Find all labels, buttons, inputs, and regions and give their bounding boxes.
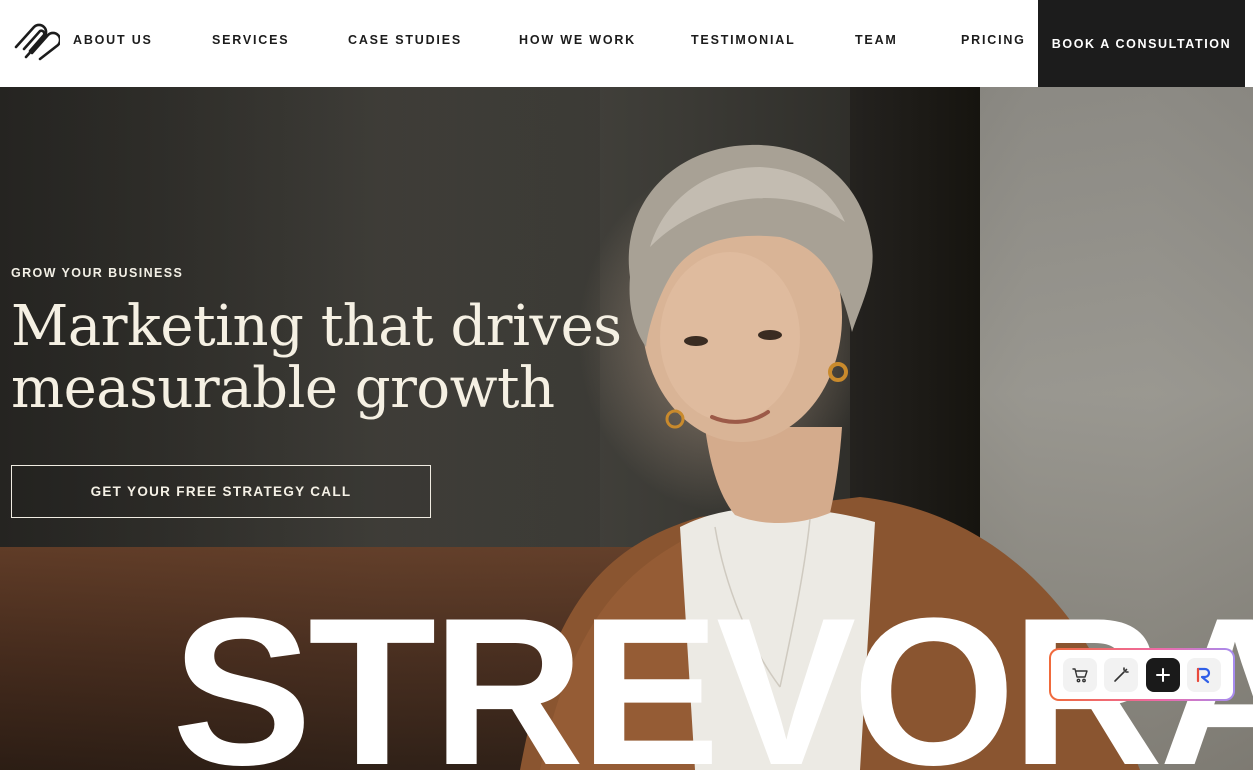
book-consultation-button[interactable]: BOOK A CONSULTATION: [1038, 0, 1245, 87]
nav-team[interactable]: TEAM: [855, 33, 898, 47]
magic-wand-icon[interactable]: [1104, 657, 1139, 692]
floating-toolbar: [1049, 648, 1235, 701]
nav-how-we-work[interactable]: HOW WE WORK: [519, 33, 636, 47]
nav-testimonial[interactable]: TESTIMONIAL: [691, 33, 796, 47]
hero-eyebrow: GROW YOUR BUSINESS: [11, 266, 184, 280]
hero-headline: Marketing that drives measurable growth: [11, 296, 631, 420]
r-logo-icon[interactable]: [1187, 657, 1222, 692]
hero-headline-line-2: measurable growth: [11, 356, 555, 421]
nav-pricing[interactable]: PRICING: [961, 33, 1026, 47]
cart-icon[interactable]: [1062, 657, 1097, 692]
site-header: ABOUT US SERVICES CASE STUDIES HOW WE WO…: [0, 0, 1253, 87]
hero-headline-line-1: Marketing that drives: [11, 294, 622, 359]
paperclip-logo-icon[interactable]: [10, 19, 62, 61]
free-strategy-call-button[interactable]: GET YOUR FREE STRATEGY CALL: [11, 465, 431, 518]
floating-toolbar-inner: [1051, 650, 1233, 699]
nav-case-studies[interactable]: CASE STUDIES: [348, 33, 462, 47]
nav-services[interactable]: SERVICES: [212, 33, 289, 47]
nav-about-us[interactable]: ABOUT US: [73, 33, 153, 47]
plus-icon[interactable]: [1145, 657, 1180, 692]
scrollbar-track[interactable]: [1245, 0, 1253, 87]
